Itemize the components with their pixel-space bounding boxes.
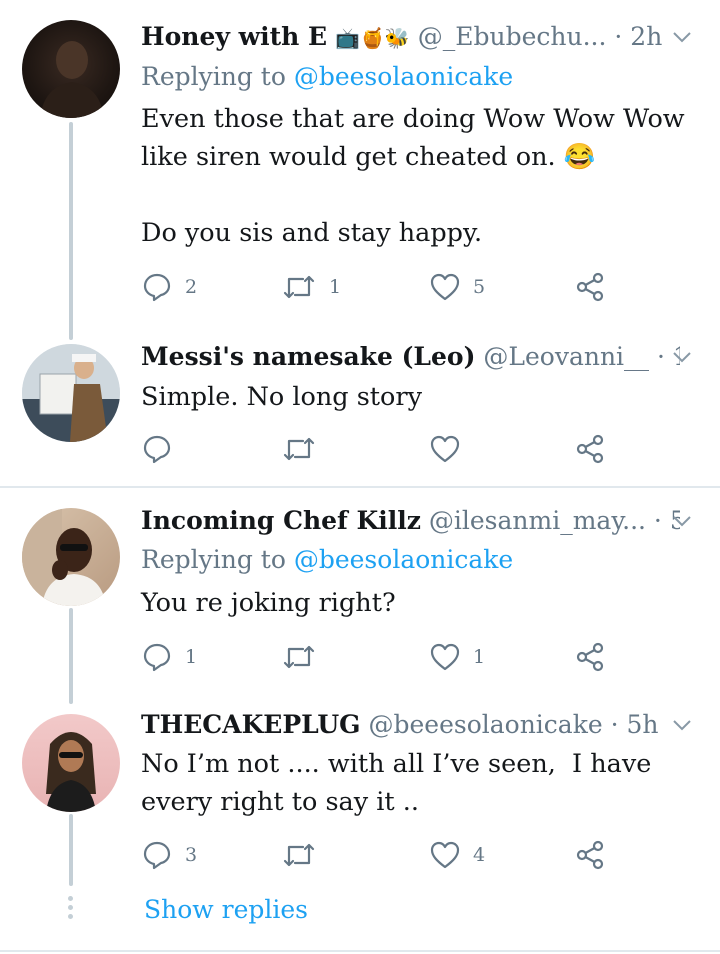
- replying-to-label: Replying to: [141, 545, 286, 574]
- chevron-down-icon[interactable]: [672, 30, 692, 44]
- reply-mention-link[interactable]: @beesolaonicake: [294, 545, 513, 574]
- thread-line: [69, 122, 73, 340]
- tweet-actions: [141, 432, 621, 466]
- reply-icon: [143, 841, 171, 870]
- tweet-actions: 3 4: [141, 838, 621, 872]
- tweet-header: Honey with E 📺🍯🐝 @_Ebubechu... · 2h: [141, 20, 680, 54]
- tweet-text: You re joking right?: [141, 588, 396, 618]
- share-icon: [576, 434, 604, 464]
- retweet-icon: [283, 437, 315, 461]
- retweet-icon: [283, 275, 315, 299]
- tweet-header: Messi's namesake (Leo) @Leovanni__ · 1h: [141, 340, 680, 374]
- chevron-down-icon[interactable]: [672, 514, 692, 528]
- thread-dots: [68, 896, 74, 923]
- replying-to: Replying to @beesolaonicake: [141, 60, 513, 94]
- share-button[interactable]: [574, 838, 606, 872]
- user-handle[interactable]: @beeesolaonicake: [368, 710, 602, 739]
- like-button[interactable]: 1: [429, 640, 485, 674]
- tweet-header: THECAKEPLUG @beeesolaonicake · 5h: [141, 708, 680, 742]
- display-name[interactable]: Incoming Chef Killz: [141, 506, 421, 535]
- share-icon: [576, 642, 604, 672]
- share-button[interactable]: [574, 432, 606, 466]
- tweet-text: No I’m not .... with all I’ve seen, I ha…: [141, 749, 660, 817]
- separator: ·: [610, 710, 619, 739]
- like-count: 4: [473, 844, 486, 866]
- tweet-header: Incoming Chef Killz @ilesanmi_may... · 5…: [141, 504, 680, 538]
- show-replies-link[interactable]: Show replies: [144, 893, 308, 927]
- separator: ·: [614, 22, 623, 51]
- thread-line: [69, 608, 73, 704]
- like-icon: [430, 643, 460, 671]
- like-button[interactable]: [429, 432, 473, 466]
- retweet-button[interactable]: [281, 838, 329, 872]
- user-handle[interactable]: @_Ebubechu...: [418, 22, 607, 51]
- avatar[interactable]: [22, 344, 120, 442]
- tweet-text: Simple. No long story: [141, 382, 422, 412]
- replying-to-label: Replying to: [141, 62, 286, 91]
- like-count: 1: [473, 646, 486, 668]
- share-button[interactable]: [574, 270, 606, 304]
- display-name[interactable]: THECAKEPLUG: [141, 710, 361, 739]
- separator: ·: [657, 342, 665, 371]
- reply-icon: [143, 643, 171, 672]
- user-handle[interactable]: @ilesanmi_may...: [429, 506, 646, 535]
- like-icon: [430, 273, 460, 301]
- reply-icon: [143, 273, 171, 302]
- name-emojis: 📺🍯🐝: [335, 26, 410, 50]
- reply-mention-link[interactable]: @beesolaonicake: [294, 62, 513, 91]
- like-button[interactable]: 5: [429, 270, 485, 304]
- tweet-actions: 2 1 5: [141, 270, 621, 304]
- tweet-actions: 1 1: [141, 640, 621, 674]
- reply-icon: [143, 435, 171, 464]
- timestamp[interactable]: 5h: [627, 710, 659, 739]
- like-icon: [430, 841, 460, 869]
- share-button[interactable]: [574, 640, 606, 674]
- like-count: 5: [473, 276, 486, 298]
- retweet-button[interactable]: 1: [281, 270, 341, 304]
- reply-button[interactable]: [141, 432, 185, 466]
- display-name[interactable]: Messi's namesake (Leo): [141, 342, 475, 371]
- thread-line: [69, 814, 73, 886]
- reply-count: 3: [185, 844, 198, 866]
- reply-button[interactable]: 3: [141, 838, 197, 872]
- avatar[interactable]: [22, 20, 120, 118]
- reply-count: 1: [185, 646, 198, 668]
- tweet-text: Even those that are doing Wow Wow Wow li…: [141, 104, 685, 248]
- reply-button[interactable]: 1: [141, 640, 197, 674]
- like-button[interactable]: 4: [429, 838, 485, 872]
- replying-to: Replying to @beesolaonicake: [141, 543, 513, 577]
- separator: ·: [653, 506, 662, 535]
- retweet-icon: [283, 645, 315, 669]
- retweet-button[interactable]: [281, 432, 329, 466]
- avatar[interactable]: [22, 508, 120, 606]
- share-icon: [576, 272, 604, 302]
- user-handle[interactable]: @Leovanni__: [483, 342, 649, 371]
- avatar[interactable]: [22, 714, 120, 812]
- retweet-count: 1: [329, 276, 342, 298]
- divider: [0, 950, 720, 952]
- retweet-icon: [283, 843, 315, 867]
- like-icon: [430, 435, 460, 463]
- divider: [0, 486, 720, 488]
- reply-count: 2: [185, 276, 198, 298]
- timestamp[interactable]: 2h: [630, 22, 662, 51]
- retweet-button[interactable]: [281, 640, 329, 674]
- chevron-down-icon[interactable]: [672, 718, 692, 732]
- chevron-down-icon[interactable]: [672, 350, 692, 364]
- reply-button[interactable]: 2: [141, 270, 197, 304]
- display-name[interactable]: Honey with E: [141, 22, 327, 51]
- share-icon: [576, 840, 604, 870]
